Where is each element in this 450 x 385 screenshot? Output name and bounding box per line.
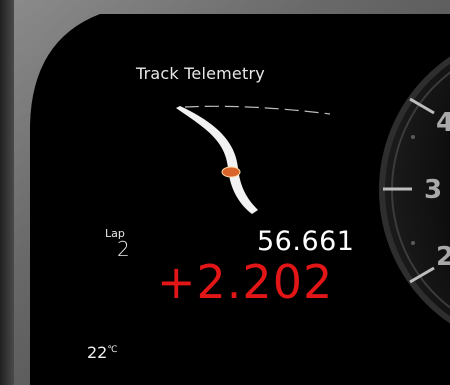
lap-time: 56.661	[257, 226, 355, 257]
gauge-scale-label: 4	[436, 108, 450, 138]
outside-temperature: 22℃	[87, 343, 117, 362]
lap-delta: +2.202	[157, 255, 334, 309]
gauge-scale-label: 3	[424, 175, 443, 205]
lap-number: 2	[117, 237, 130, 261]
instrument-cluster: 4 3 2 Track Telemetry Lap 2 56.661 +2.20…	[0, 0, 450, 385]
tachometer-gauge	[379, 56, 450, 324]
screen-title: Track Telemetry	[136, 64, 265, 83]
temperature-value: 22	[87, 343, 108, 362]
temperature-unit: ℃	[107, 345, 118, 355]
gauge-scale-label: 2	[436, 242, 450, 272]
